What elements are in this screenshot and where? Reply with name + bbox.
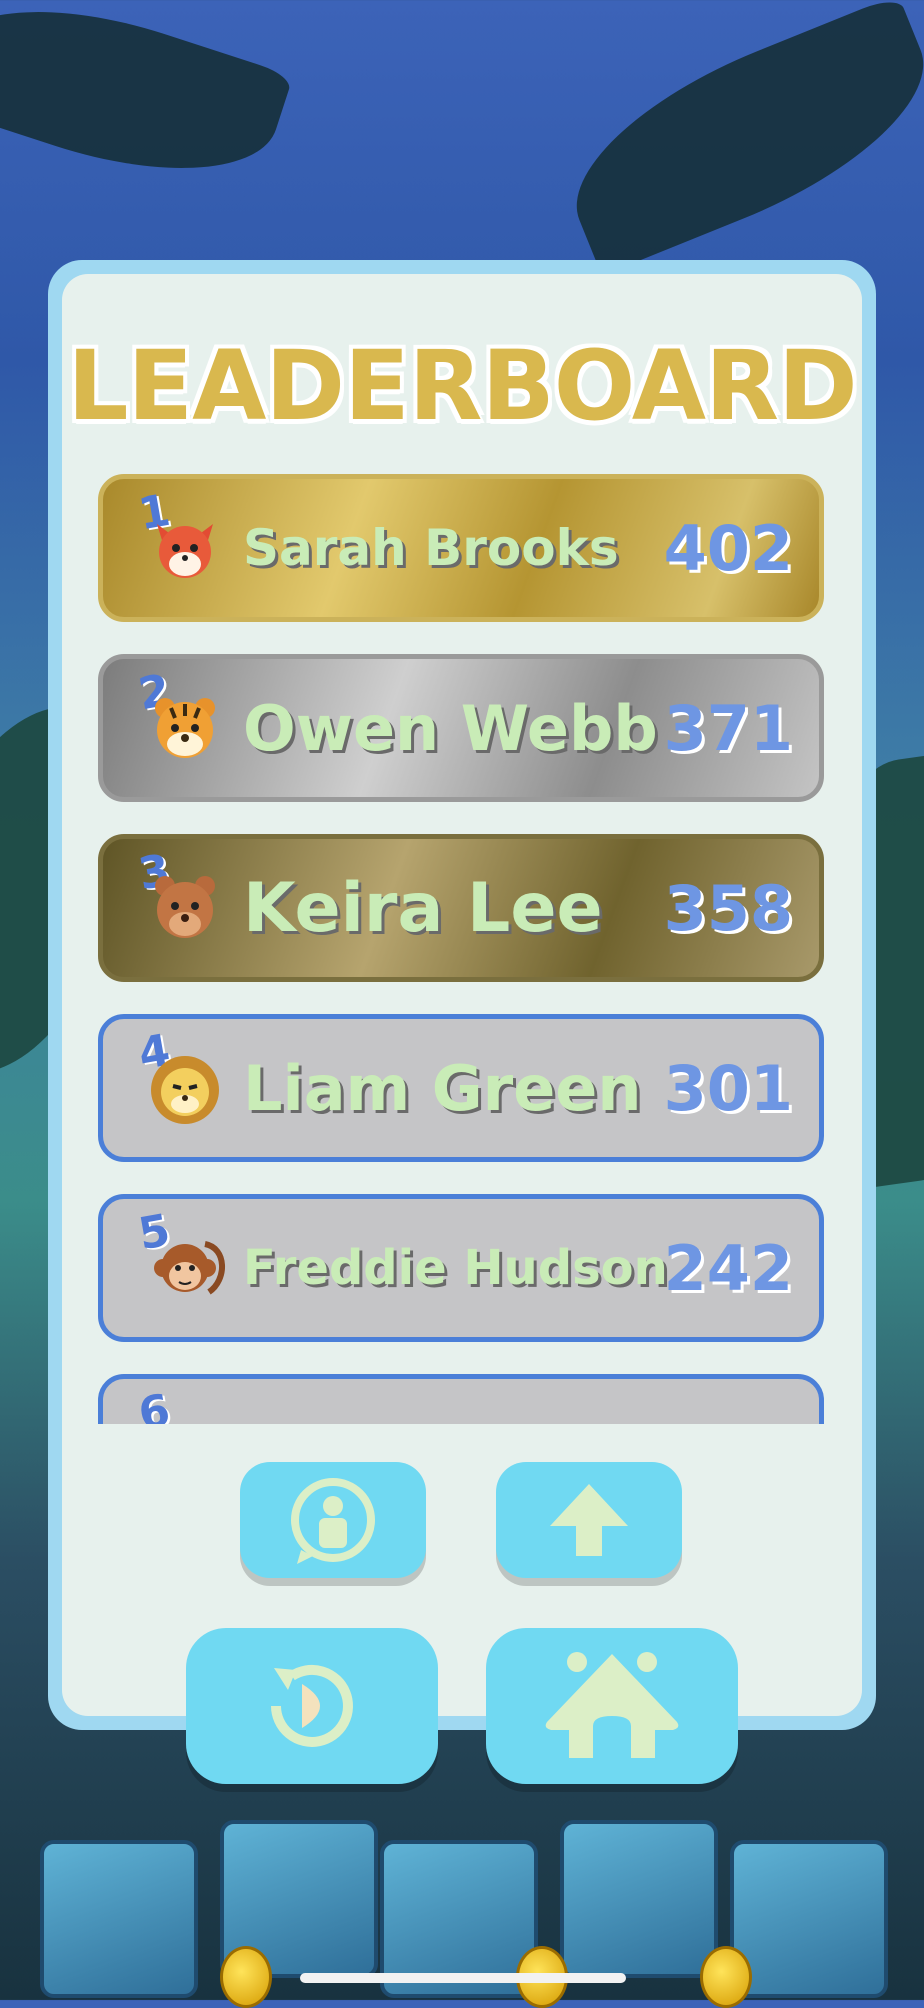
leaderboard-row-2: 2 Owen Webb 371 xyxy=(98,654,824,802)
leaderboard-row-1: 1 Sarah Brooks 402 xyxy=(98,474,824,622)
tiger-avatar-icon xyxy=(155,698,215,758)
bear-avatar-icon xyxy=(155,876,215,938)
player-name: Owen Webb xyxy=(243,691,658,765)
home-button[interactable] xyxy=(486,1628,738,1784)
leaderboard-row-3: 3 Keira Lee 358 xyxy=(98,834,824,982)
leaderboard-row-6: 6 xyxy=(98,1374,824,1424)
leaderboard-list[interactable]: 1 Sarah Brooks 402 2 Owen Webb 371 3 Kei… xyxy=(98,474,824,1424)
up-arrow-icon xyxy=(550,1484,628,1556)
palm-leaf xyxy=(545,0,924,276)
coin-icon xyxy=(700,1946,752,2008)
home-indicator[interactable] xyxy=(300,1973,626,1983)
leaderboard-row-5: 5 Freddie Hudson 242 xyxy=(98,1194,824,1342)
player-name: Freddie Hudson xyxy=(243,1240,668,1296)
ice-cube-tile xyxy=(560,1820,718,1978)
person-chat-icon xyxy=(291,1478,375,1564)
fox-avatar-icon xyxy=(157,524,213,578)
lion-avatar-icon xyxy=(151,1056,219,1124)
player-score: 358 xyxy=(663,871,793,945)
palm-leaf xyxy=(0,0,294,210)
house-icon xyxy=(545,1652,679,1758)
player-score: 371 xyxy=(663,691,793,765)
leaderboard-title: LEADERBOARD xyxy=(67,330,857,442)
ice-cube-tile xyxy=(730,1840,888,1998)
player-score: 402 xyxy=(663,511,793,585)
monkey-avatar-icon xyxy=(154,1241,225,1295)
upload-button[interactable] xyxy=(496,1462,682,1578)
player-score: 242 xyxy=(663,1231,793,1305)
player-name: Liam Green xyxy=(243,1051,642,1125)
replay-button[interactable] xyxy=(186,1628,438,1784)
ice-cube-tile xyxy=(40,1840,198,1998)
rank-number: 6 xyxy=(134,1384,174,1424)
player-name: Keira Lee xyxy=(243,868,603,948)
leaderboard-row-4: 4 Liam Green 301 xyxy=(98,1014,824,1162)
leaderboard-panel: LEADERBOARD 1 Sarah Brooks 402 2 Owen We… xyxy=(48,260,876,1730)
leaderboard-panel-inner: LEADERBOARD 1 Sarah Brooks 402 2 Owen We… xyxy=(62,274,862,1716)
player-score: 301 xyxy=(663,1051,793,1125)
profile-button[interactable] xyxy=(240,1462,426,1578)
coin-icon xyxy=(220,1946,272,2008)
replay-icon xyxy=(271,1664,353,1747)
player-name: Sarah Brooks xyxy=(243,519,619,577)
